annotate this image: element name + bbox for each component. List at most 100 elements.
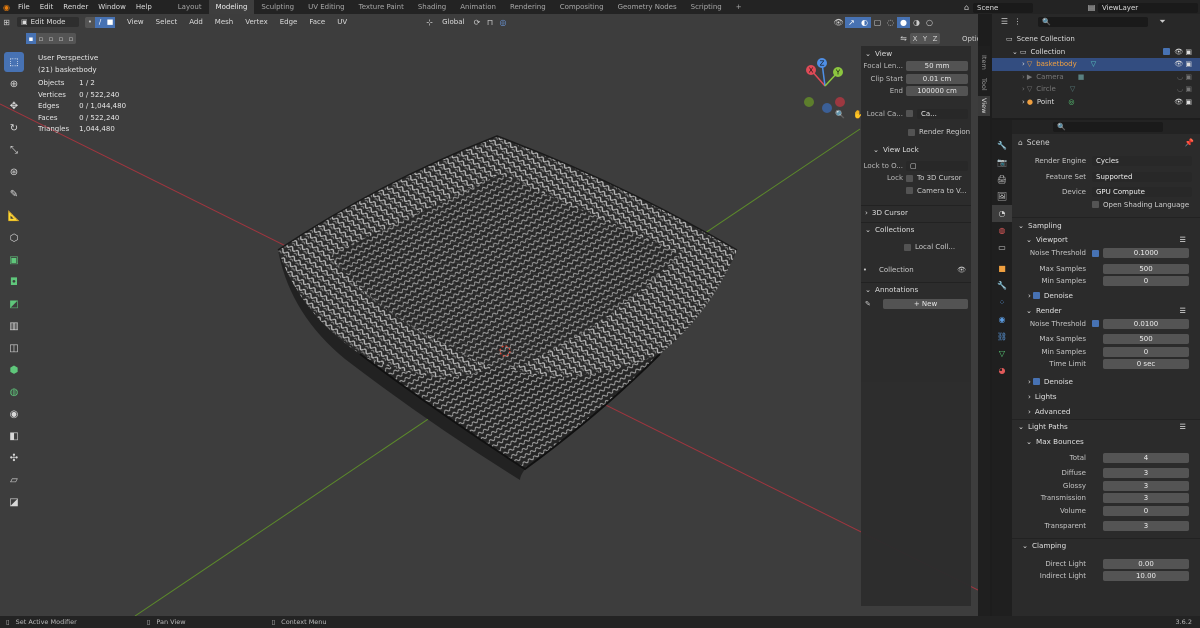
- rotate-tool-icon[interactable]: ↻: [4, 118, 24, 138]
- eye-closed-icon[interactable]: ◡: [1177, 85, 1183, 93]
- local-camera-checkbox[interactable]: [906, 110, 913, 118]
- overlay-toggle-icon[interactable]: ◐: [858, 16, 871, 28]
- world-tab-icon[interactable]: ◍: [992, 222, 1012, 239]
- r-noise-threshold-checkbox[interactable]: [1092, 320, 1099, 328]
- list-icon[interactable]: ☰: [1180, 422, 1186, 431]
- proportional-edit-icon[interactable]: ◎: [496, 17, 509, 28]
- r-denoise-subpanel[interactable]: › Denoise: [992, 374, 1200, 389]
- tab-compositing[interactable]: Compositing: [553, 0, 611, 14]
- tab-item[interactable]: Item: [978, 52, 990, 72]
- eye-closed-icon[interactable]: ◡: [1177, 73, 1183, 81]
- list-icon[interactable]: ☰: [1180, 235, 1186, 244]
- tab-rendering[interactable]: Rendering: [503, 0, 553, 14]
- eye-icon[interactable]: 👁: [1174, 98, 1183, 106]
- eye-icon[interactable]: 👁: [1174, 60, 1183, 68]
- clamping-subpanel-header[interactable]: ⌄ Clamping: [992, 537, 1200, 553]
- camera-toggle-icon[interactable]: ▣: [1185, 85, 1192, 93]
- vp-max-samples-field[interactable]: 500: [1103, 263, 1189, 274]
- menu-help[interactable]: Help: [131, 3, 157, 11]
- lights-subpanel[interactable]: › Lights: [992, 389, 1200, 404]
- eye-icon[interactable]: 👁: [1174, 48, 1183, 56]
- local-collections-checkbox[interactable]: [904, 243, 911, 251]
- tab-sculpting[interactable]: Sculpting: [254, 0, 301, 14]
- material-tab-icon[interactable]: ◕: [992, 362, 1012, 379]
- vertex-select-icon[interactable]: •: [85, 17, 95, 28]
- physics-tab-icon[interactable]: ◉: [992, 311, 1012, 328]
- outliner-search-input[interactable]: 🔍: [1038, 16, 1148, 27]
- mirror-x[interactable]: X: [910, 33, 920, 44]
- menu-face[interactable]: Face: [303, 18, 331, 26]
- tab-scripting[interactable]: Scripting: [684, 0, 729, 14]
- tab-texture-paint[interactable]: Texture Paint: [352, 0, 411, 14]
- clip-start-field[interactable]: 0.01 cm: [906, 73, 968, 84]
- volume-bounces-field[interactable]: 0: [1103, 505, 1189, 516]
- move-tool-icon[interactable]: ✥: [4, 96, 24, 116]
- cursor-tool-icon[interactable]: ⊕: [4, 74, 24, 94]
- select-subtract-icon[interactable]: ▫: [46, 33, 56, 44]
- data-tab-icon[interactable]: ▽: [992, 345, 1012, 362]
- loop-cut-tool-icon[interactable]: ▥: [4, 316, 24, 336]
- outliner-editor-icon[interactable]: ☰: [998, 16, 1011, 27]
- editor-type-icon[interactable]: ⊞: [0, 17, 13, 28]
- knife-tool-icon[interactable]: ◫: [4, 338, 24, 358]
- render-subpanel-header[interactable]: ⌄ Render ☰: [992, 303, 1200, 318]
- r-noise-threshold-field[interactable]: 0.0100: [1103, 318, 1189, 329]
- face-select-icon[interactable]: ■: [105, 16, 115, 28]
- properties-search-input[interactable]: 🔍: [1053, 122, 1163, 132]
- focal-length-field[interactable]: 50 mm: [906, 61, 968, 72]
- shrink-fatten-tool-icon[interactable]: ✣: [4, 448, 24, 468]
- visibility-icon[interactable]: 👁: [832, 17, 845, 28]
- vp-noise-threshold-field[interactable]: 0.1000: [1103, 248, 1189, 259]
- particles-tab-icon[interactable]: ⁘: [992, 294, 1012, 311]
- 3d-viewport[interactable]: ⊞ ▣ Edit Mode • / ■ View Select Add Mesh…: [0, 14, 978, 616]
- local-camera-field[interactable]: Ca...: [917, 108, 968, 119]
- spin-tool-icon[interactable]: ◍: [4, 382, 24, 402]
- select-new-icon[interactable]: ▪: [26, 33, 36, 44]
- render-engine-dropdown[interactable]: Cycles: [1092, 156, 1192, 167]
- lock-to-object-field[interactable]: ▢: [906, 160, 968, 171]
- transmission-bounces-field[interactable]: 3: [1103, 493, 1189, 504]
- filter-icon[interactable]: ⏷: [1156, 16, 1169, 27]
- snap-icon[interactable]: ⊓: [483, 17, 496, 28]
- vp-denoise-checkbox[interactable]: [1032, 291, 1040, 299]
- gizmo-neg-z-axis[interactable]: [822, 103, 832, 113]
- exclude-checkbox[interactable]: [1163, 48, 1171, 56]
- menu-edge[interactable]: Edge: [274, 18, 304, 26]
- indirect-light-field[interactable]: 10.00: [1103, 571, 1189, 582]
- camera-toggle-icon[interactable]: ▣: [1185, 73, 1192, 81]
- max-bounces-subpanel[interactable]: ⌄ Max Bounces: [992, 434, 1200, 449]
- scene-selector[interactable]: Scene: [973, 2, 1033, 13]
- tab-geometry-nodes[interactable]: Geometry Nodes: [611, 0, 684, 14]
- tab-layout[interactable]: Layout: [171, 0, 209, 14]
- vp-min-samples-field[interactable]: 0: [1103, 276, 1189, 287]
- select-box-tool-icon[interactable]: ⬚: [4, 52, 24, 72]
- smooth-tool-icon[interactable]: ◉: [4, 404, 24, 424]
- tab-shading[interactable]: Shading: [411, 0, 453, 14]
- menu-add[interactable]: Add: [183, 18, 209, 26]
- menu-uv[interactable]: UV: [331, 18, 353, 26]
- vp-denoise-subpanel[interactable]: › Denoise: [992, 288, 1200, 303]
- menu-file[interactable]: File: [13, 3, 35, 11]
- solid-shading-icon[interactable]: ●: [897, 16, 910, 28]
- rip-tool-icon[interactable]: ◪: [4, 492, 24, 512]
- mirror-y[interactable]: Y: [920, 33, 930, 44]
- camera-toggle-icon[interactable]: ▣: [1185, 98, 1192, 106]
- device-dropdown[interactable]: GPU Compute: [1092, 187, 1192, 198]
- outliner-item-point[interactable]: › ● Point ◎ 👁 ▣: [992, 96, 1200, 109]
- glossy-bounces-field[interactable]: 3: [1103, 480, 1189, 491]
- direct-light-field[interactable]: 0.00: [1103, 558, 1189, 569]
- menu-view[interactable]: View: [121, 18, 150, 26]
- render-region-checkbox[interactable]: [908, 128, 915, 136]
- vp-noise-threshold-checkbox[interactable]: [1092, 249, 1099, 257]
- add-workspace-button[interactable]: +: [729, 0, 749, 14]
- inset-tool-icon[interactable]: ◘: [4, 272, 24, 292]
- camera-toggle-icon[interactable]: ▣: [1185, 60, 1192, 68]
- advanced-subpanel[interactable]: › Advanced: [992, 404, 1200, 419]
- tab-modeling[interactable]: Modeling: [208, 0, 255, 14]
- render-tab-icon[interactable]: 📷: [992, 154, 1012, 171]
- diffuse-bounces-field[interactable]: 3: [1103, 468, 1189, 479]
- outliner-item-collection[interactable]: ⌄ ▭ Collection 👁 ▣: [992, 46, 1200, 59]
- view-panel-header[interactable]: ⌄ View: [861, 46, 971, 60]
- annotation-icon[interactable]: ✎: [861, 300, 881, 308]
- menu-edit[interactable]: Edit: [35, 3, 59, 11]
